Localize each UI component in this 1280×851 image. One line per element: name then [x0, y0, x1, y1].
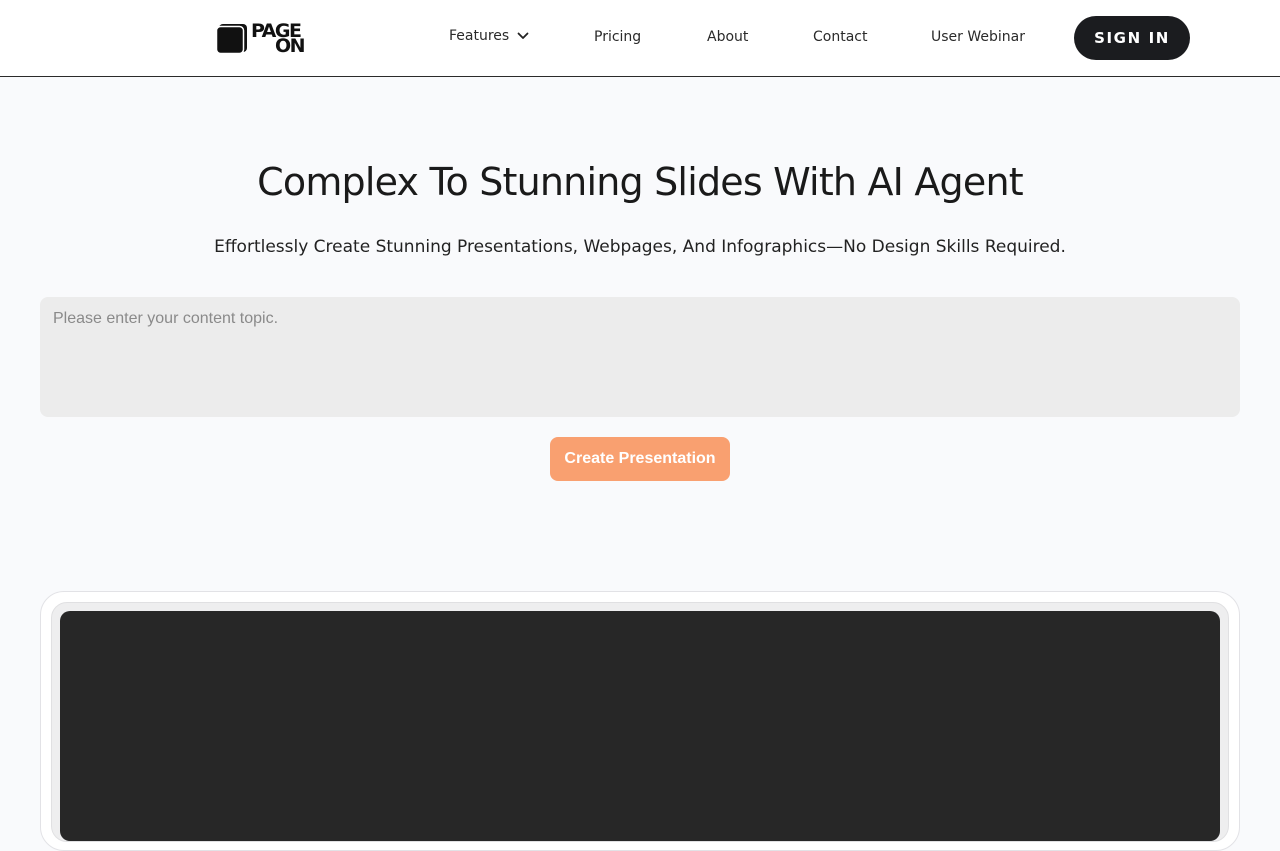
logo-wordmark: PAGE ON — [251, 22, 306, 56]
create-presentation-button[interactable]: Create Presentation — [550, 437, 730, 481]
pageon-logo[interactable]: PAGE ON — [215, 22, 306, 56]
page-subtitle: Effortlessly Create Stunning Presentatio… — [214, 237, 1066, 257]
nav-contact[interactable]: Contact — [813, 29, 867, 45]
sign-in-button[interactable]: SIGN IN — [1074, 16, 1190, 60]
nav-user-webinar[interactable]: User Webinar — [931, 29, 1025, 45]
nav-pricing[interactable]: Pricing — [594, 29, 641, 45]
preview-screen — [60, 611, 1220, 841]
page-title: Complex To Stunning Slides With AI Agent — [257, 160, 1023, 204]
pageon-logo-icon — [215, 23, 248, 55]
nav-about[interactable]: About — [707, 29, 748, 45]
nav-features-label: Features — [449, 28, 510, 44]
chevron-down-icon — [517, 32, 529, 39]
content-topic-input[interactable] — [40, 297, 1240, 417]
nav-features[interactable]: Features — [449, 28, 529, 44]
site-header: PAGE ON Features Pricing About Contact U… — [0, 0, 1280, 77]
